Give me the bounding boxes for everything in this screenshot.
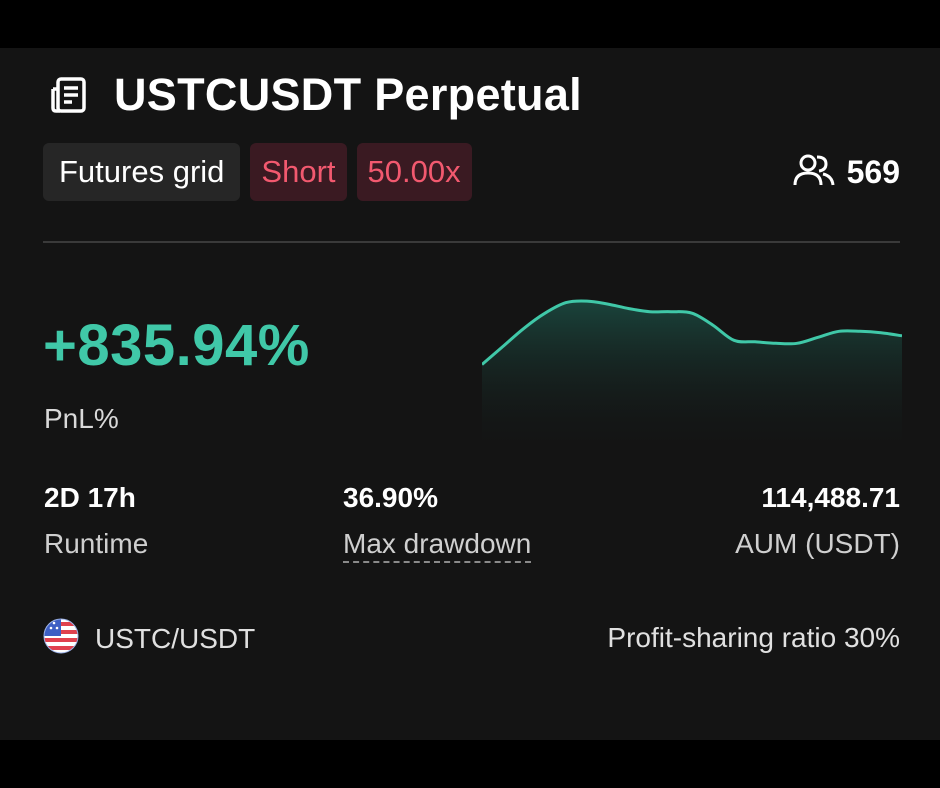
trading-pair: USTC/USDT <box>43 618 255 659</box>
title-row: USTCUSDT Perpetual <box>50 69 582 120</box>
followers-count: 569 <box>846 153 900 190</box>
aum-label: AUM (USDT) <box>735 528 900 559</box>
pnl-label: PnL% <box>44 403 119 434</box>
strategy-type-badge: Futures grid <box>43 143 241 201</box>
max-drawdown-stat: 36.90% Max drawdown <box>343 482 532 563</box>
aum-stat: 114,488.71 AUM (USDT) <box>735 482 900 560</box>
followers: 569 <box>793 152 900 192</box>
pair-label: USTC/USDT <box>95 622 256 654</box>
direction-badge: Short <box>250 143 347 201</box>
max-drawdown-value: 36.90% <box>343 482 438 513</box>
runtime-stat: 2D 17h Runtime <box>44 482 148 560</box>
runtime-value: 2D 17h <box>44 482 136 513</box>
max-drawdown-label[interactable]: Max drawdown <box>343 528 532 563</box>
document-icon <box>50 73 94 117</box>
pnl-value: +835.94% <box>43 313 310 378</box>
chart-area-fill <box>482 300 902 452</box>
runtime-label: Runtime <box>44 528 149 559</box>
leverage-badge: 50.00x <box>356 143 472 201</box>
users-icon <box>793 153 835 192</box>
profit-sharing-ratio: Profit-sharing ratio 30% <box>607 622 900 653</box>
divider <box>43 241 900 243</box>
pnl-chart <box>482 299 902 452</box>
tag-list: Futures grid Short 50.00x <box>43 143 472 201</box>
aum-value: 114,488.71 <box>761 482 900 513</box>
coin-icon <box>43 618 79 659</box>
page-title: USTCUSDT Perpetual <box>114 69 582 120</box>
